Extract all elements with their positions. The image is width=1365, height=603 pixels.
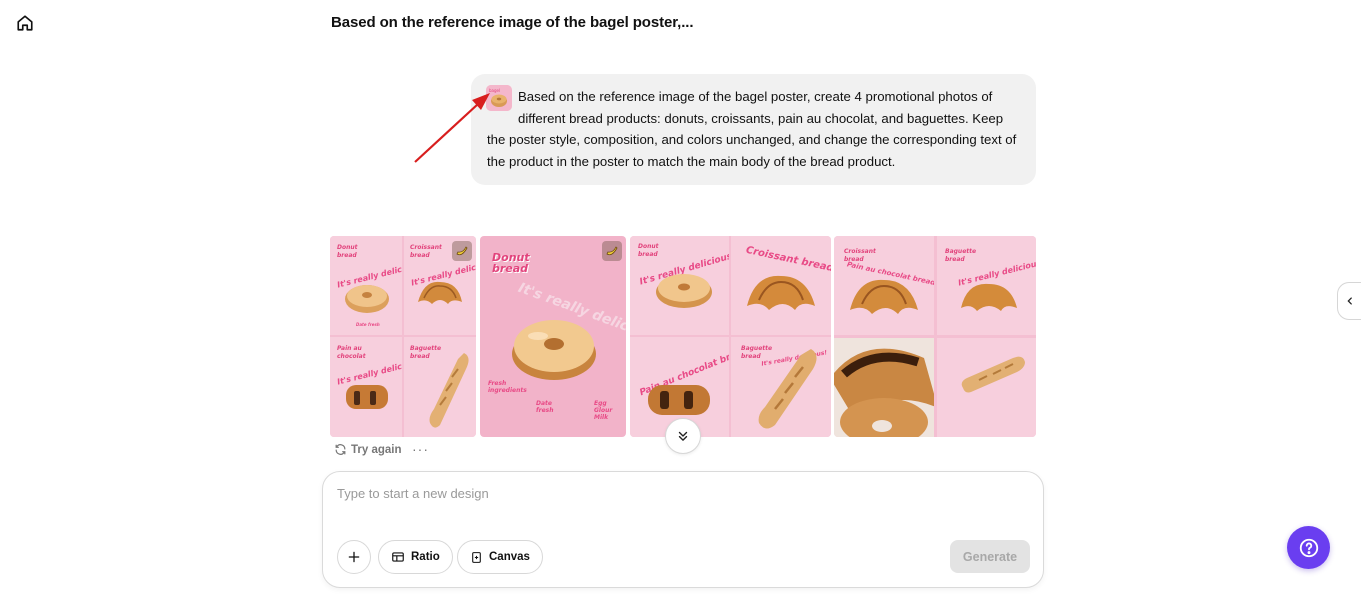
ratio-button[interactable]: Ratio xyxy=(378,540,453,574)
page-title: Based on the reference image of the bage… xyxy=(331,14,694,31)
favorite-badge[interactable] xyxy=(452,241,472,261)
grid-cell-baguette: Baguette bread xyxy=(404,337,476,437)
result-image-grid-2[interactable]: Donut bread It's really delicious! Crois… xyxy=(630,236,831,437)
grid-cell-donut: Donut bread It's really delicious! Date … xyxy=(330,236,402,335)
canvas-button[interactable]: Canvas xyxy=(457,540,543,574)
help-button[interactable] xyxy=(1287,526,1330,569)
plus-icon xyxy=(348,551,360,563)
help-icon xyxy=(1299,538,1318,557)
grid-cell-croissant: Croissant bread xyxy=(731,236,831,335)
user-message: bagel Based on the reference image of th… xyxy=(471,74,1036,185)
prompt-input[interactable] xyxy=(337,486,1027,534)
ratio-icon xyxy=(392,552,404,562)
chevron-left-icon xyxy=(1346,297,1352,305)
result-image-grid-1[interactable]: Donut bread It's really delicious! Date … xyxy=(330,236,476,437)
scroll-down-button[interactable] xyxy=(665,418,701,454)
add-attachment-button[interactable] xyxy=(337,540,371,574)
grid-cell-baguette xyxy=(937,338,1036,437)
try-again-label: Try again xyxy=(351,443,402,456)
chevrons-down-icon xyxy=(678,431,688,441)
home-icon xyxy=(17,15,33,31)
banana-icon xyxy=(606,246,618,256)
grid-cell-pain-au-chocolat-photo xyxy=(834,338,934,437)
reference-image-thumbnail[interactable]: bagel xyxy=(486,85,512,111)
grid-cell-croissant: Croissant bread Pain au chocolat bread! xyxy=(834,236,934,335)
collapse-panel-button[interactable] xyxy=(1337,282,1361,320)
banana-icon xyxy=(456,246,468,256)
ratio-label: Ratio xyxy=(411,551,440,563)
grid-cell-pain-au-chocolat: Pain au chocolat It's really delicious! xyxy=(330,337,402,437)
try-again-button[interactable]: Try again xyxy=(334,443,402,456)
svg-text:bagel: bagel xyxy=(489,88,500,93)
grid-cell-donut: Donut bread It's really delicious! xyxy=(630,236,729,335)
generate-button[interactable]: Generate xyxy=(950,540,1030,573)
canvas-icon xyxy=(472,551,481,563)
prompt-composer: Ratio Canvas Generate xyxy=(322,471,1044,588)
grid-cell-baguette: Baguette bread It's really delicious! xyxy=(731,337,831,437)
result-image-donut-poster[interactable]: Donut bread It's really delicious! Fresh… xyxy=(480,236,626,437)
more-options-button[interactable]: ··· xyxy=(412,441,429,457)
favorite-badge[interactable] xyxy=(602,241,622,261)
user-message-text: Based on the reference image of the bage… xyxy=(487,89,1017,169)
canvas-label: Canvas xyxy=(489,551,530,563)
home-button[interactable] xyxy=(14,12,36,34)
result-image-grid-3[interactable]: Croissant bread Pain au chocolat bread! … xyxy=(834,236,1036,437)
refresh-icon xyxy=(335,444,346,455)
grid-cell-croissant-2: Baguette bread It's really delicious! xyxy=(937,236,1036,335)
